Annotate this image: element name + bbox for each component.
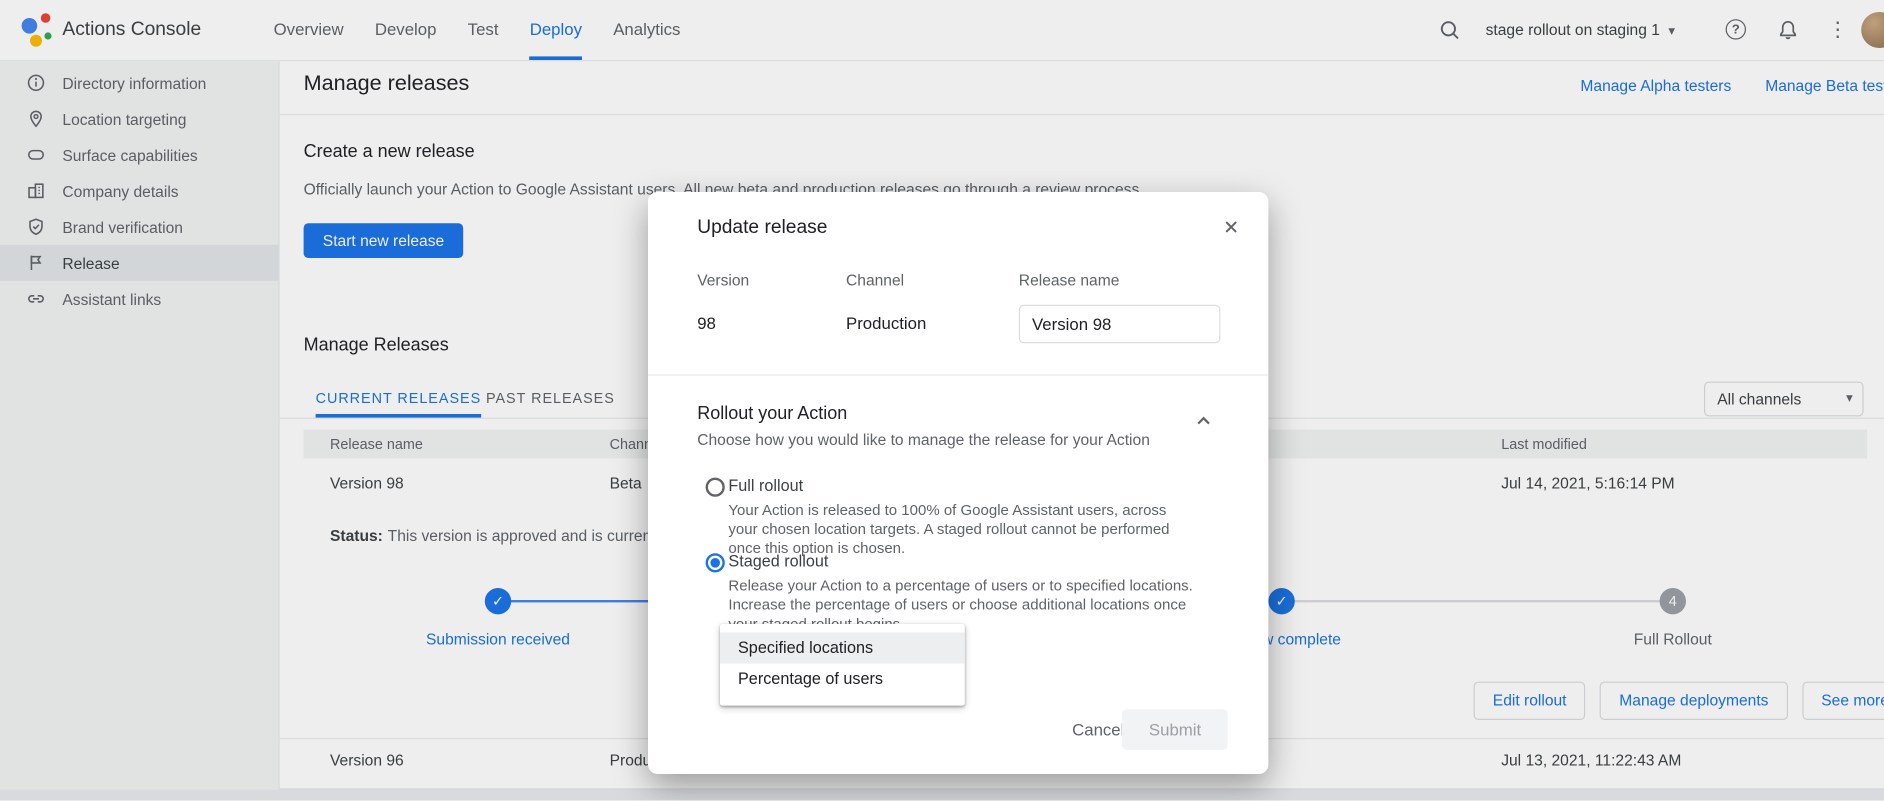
staged-rollout-option[interactable]: Staged rollout Release your Action to a … — [706, 552, 1210, 619]
rollout-section-title: Rollout your Action — [697, 403, 847, 423]
radio-selected-icon — [706, 553, 725, 572]
version-label: Version — [697, 271, 749, 289]
release-name-label: Release name — [1019, 271, 1120, 289]
rollout-type-menu: Specified locations Percentage of users — [720, 624, 965, 706]
rollout-section-subtitle: Choose how you would like to manage the … — [697, 431, 1150, 449]
app-viewport: Actions Console Overview Develop Test De… — [0, 0, 1884, 800]
submit-button[interactable]: Submit — [1123, 709, 1228, 750]
staged-rollout-label: Staged rollout — [728, 552, 828, 570]
close-icon[interactable]: ✕ — [1218, 215, 1244, 241]
channel-value: Production — [846, 313, 926, 332]
divider — [648, 374, 1268, 375]
radio-unselected-icon — [706, 478, 725, 497]
full-rollout-label: Full rollout — [728, 476, 803, 494]
full-rollout-option[interactable]: Full rollout Your Action is released to … — [706, 476, 1210, 543]
version-value: 98 — [697, 313, 716, 332]
release-name-input[interactable] — [1019, 305, 1221, 343]
update-release-dialog: Update release ✕ Version Channel Release… — [648, 192, 1268, 774]
channel-label: Channel — [846, 271, 904, 289]
chevron-up-icon[interactable] — [1195, 413, 1212, 436]
full-rollout-description: Your Action is released to 100% of Googl… — [728, 500, 1198, 558]
menu-item-specified-locations[interactable]: Specified locations — [720, 632, 965, 663]
menu-item-percentage-of-users[interactable]: Percentage of users — [720, 664, 965, 695]
dialog-title: Update release — [697, 217, 827, 239]
